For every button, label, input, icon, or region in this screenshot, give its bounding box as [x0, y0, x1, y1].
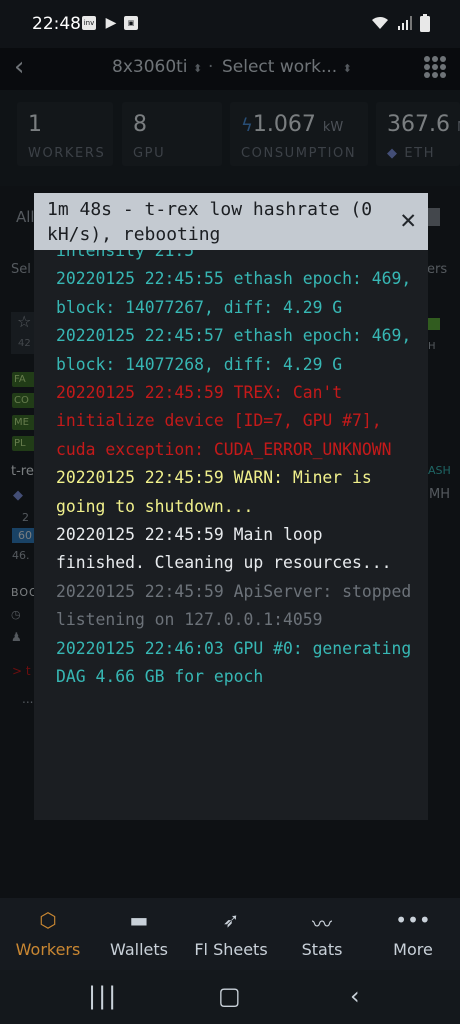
dialog-title: 1m 48s - t-rex low hashrate (0 kH/s), re…: [47, 199, 373, 245]
signal-icon: [398, 16, 412, 30]
battery-icon: [420, 14, 430, 32]
nav-label: Wallets: [110, 940, 168, 959]
square-icon: ▣: [124, 16, 138, 30]
nav-stats[interactable]: 〰 Stats: [276, 898, 368, 970]
log-line: 20220125 22:45:59 TREX: Can't initialize…: [56, 383, 392, 459]
log-line: 20220125 22:45:57 ethash epoch: 469, blo…: [56, 326, 422, 374]
status-right: [370, 14, 430, 32]
nav-label: Fl Sheets: [194, 940, 268, 959]
log-line: 20220125 22:45:59 WARN: Miner is going t…: [56, 468, 382, 516]
close-icon[interactable]: ✕: [400, 207, 416, 233]
wallet-icon: ▬: [129, 908, 149, 932]
log-line: 20220125 22:46:03 GPU #0: generating DAG…: [56, 638, 422, 687]
bottom-nav: ⬡ Workers ▬ Wallets ➶ Fl Sheets 〰 Stats …: [0, 898, 460, 970]
more-dots-icon: •••: [395, 908, 431, 932]
nav-label: More: [393, 940, 433, 959]
inv-icon: inv: [82, 16, 96, 30]
honeycomb-icon: ⬡: [39, 908, 57, 932]
nav-flight-sheets[interactable]: ➶ Fl Sheets: [185, 898, 277, 970]
recents-icon[interactable]: |||: [88, 982, 118, 1010]
status-time: 22:48: [32, 14, 81, 34]
log-line: 20220125 22:45:59 Main loop finished. Cl…: [56, 525, 392, 573]
status-bar: 22:48 inv ▶ ▣: [0, 0, 460, 48]
back-icon[interactable]: ‹: [350, 982, 360, 1010]
reboot-log-dialog: intensity 21.5 20220125 22:45:55 ethash …: [34, 193, 428, 820]
play-icon: ▶: [105, 15, 117, 31]
system-nav-bar: ||| ▢ ‹: [0, 970, 460, 1024]
nav-workers[interactable]: ⬡ Workers: [2, 898, 94, 970]
dialog-header: 1m 48s - t-rex low hashrate (0 kH/s), re…: [34, 193, 428, 250]
nav-wallets[interactable]: ▬ Wallets: [93, 898, 185, 970]
nav-more[interactable]: ••• More: [367, 898, 459, 970]
log-output: intensity 21.5 20220125 22:45:55 ethash …: [56, 237, 416, 692]
home-icon[interactable]: ▢: [218, 982, 241, 1010]
log-line: 20220125 22:45:55 ethash epoch: 469, blo…: [56, 269, 422, 317]
log-line: 20220125 22:45:59 ApiServer: stopped lis…: [56, 581, 422, 630]
nav-label: Workers: [15, 940, 81, 959]
pulse-icon: 〰: [312, 912, 332, 936]
wifi-icon: [372, 16, 388, 29]
rocket-icon: ➶: [222, 908, 240, 932]
nav-label: Stats: [301, 940, 343, 959]
